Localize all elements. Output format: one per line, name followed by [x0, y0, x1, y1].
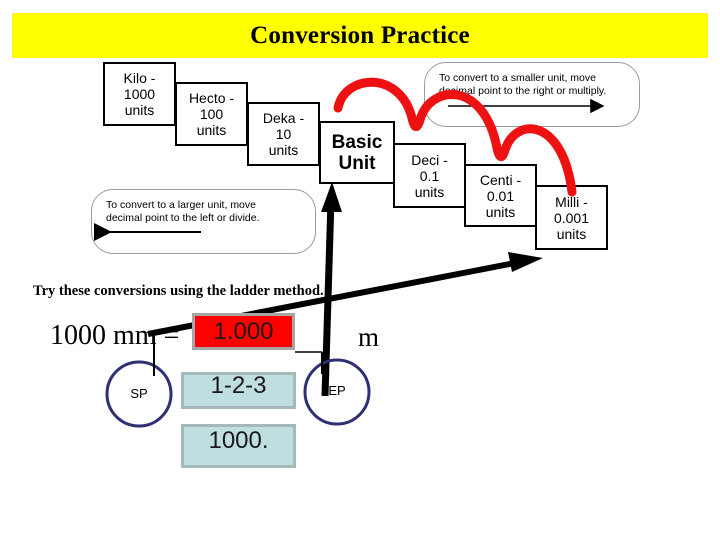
ladder-step-deka-label: Deka - 10 units — [262, 110, 305, 158]
ladder-step-deci[interactable]: Deci - 0.1 units — [393, 143, 466, 208]
callout-larger-unit-text: To convert to a larger unit, move decima… — [106, 199, 260, 224]
slide-canvas: Conversion Practice Kilo - 1000 units He… — [0, 0, 720, 540]
page-title: Conversion Practice — [250, 21, 470, 49]
callout-smaller-unit: To convert to a smaller unit, move decim… — [424, 62, 640, 127]
title-banner: Conversion Practice — [12, 13, 708, 58]
ladder-step-centi-label: Centi - 0.01 units — [479, 171, 522, 220]
answer-box[interactable]: 1.000 — [192, 313, 295, 350]
arrow-up-to-basic-unit-head-icon — [321, 182, 342, 212]
ladder-step-basic-unit-label: Basic Unit — [331, 131, 383, 174]
end-point-label: EP — [328, 383, 346, 398]
practice-instruction: Try these conversions using the ladder m… — [33, 283, 324, 299]
ladder-step-kilo[interactable]: Kilo - 1000 units — [103, 62, 176, 126]
equation-left-side: 1000 mm = — [50, 320, 180, 351]
decimal-work-value: 1000. — [208, 426, 269, 454]
ladder-step-milli[interactable]: Milli - 0.001 units — [535, 185, 608, 250]
ladder-step-hecto-label: Hecto - 100 units — [188, 90, 235, 138]
arrow-up-to-basic-unit — [321, 199, 335, 397]
ladder-step-hecto[interactable]: Hecto - 100 units — [175, 82, 248, 146]
hop-count-box[interactable]: 1-2-3 — [181, 372, 296, 409]
start-point-label: SP — [130, 386, 148, 401]
ladder-step-deka[interactable]: Deka - 10 units — [247, 102, 320, 166]
ladder-step-centi[interactable]: Centi - 0.01 units — [464, 164, 537, 227]
ladder-step-basic-unit[interactable]: Basic Unit — [319, 121, 395, 184]
ladder-step-kilo-label: Kilo - 1000 units — [123, 70, 156, 118]
equation-target-unit: m — [358, 322, 380, 352]
ladder-step-deci-label: Deci - 0.1 units — [411, 151, 448, 200]
hop-count-value: 1-2-3 — [210, 372, 267, 399]
ladder-step-milli-label: Milli - 0.001 units — [553, 193, 590, 242]
callout-larger-unit: To convert to a larger unit, move decima… — [91, 189, 316, 254]
callout-smaller-unit-text: To convert to a smaller unit, move decim… — [439, 72, 607, 97]
answer-value: 1.000 — [213, 317, 274, 345]
arrow-diagonal-to-milli-head-icon — [508, 252, 543, 272]
decimal-work-box[interactable]: 1000. — [181, 424, 296, 468]
